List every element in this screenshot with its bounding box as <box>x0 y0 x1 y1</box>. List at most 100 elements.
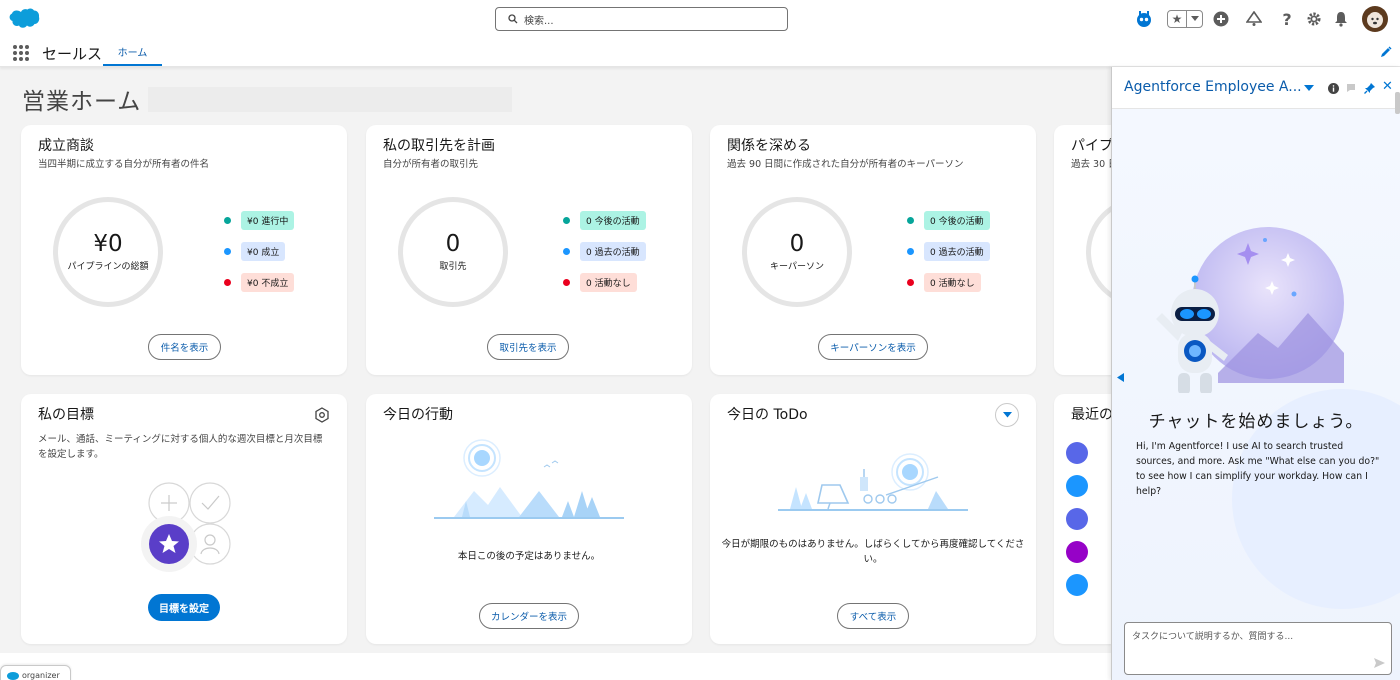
setup-gear-icon[interactable] <box>1303 8 1325 30</box>
app-name: セールス <box>42 45 103 63</box>
view-accounts-button[interactable]: 取引先を表示 <box>487 334 569 360</box>
view-calendar-button[interactable]: カレンダーを表示 <box>479 603 579 629</box>
accounts-legend: 0 今後の活動 0 過去の活動 0 活動なし <box>563 205 646 298</box>
card-subtitle: 過去 90 日間に作成された自分が所有者のキーパーソン <box>727 159 964 170</box>
no-todo-message-line: 今日が期限のものはありません。しばらくしてから再度確認してくださ <box>721 539 1025 550</box>
global-add-icon[interactable] <box>1210 8 1232 30</box>
edit-nav-pencil-icon[interactable] <box>1380 46 1392 58</box>
contact-icon[interactable] <box>1066 574 1088 596</box>
account-icon[interactable] <box>1066 442 1088 464</box>
agentforce-icon[interactable] <box>1133 8 1155 30</box>
status-pill: 0 今後の活動 <box>580 211 646 230</box>
panel-header: Agentforce Employee A... ✕ <box>1112 67 1400 109</box>
legend-row: ¥0 不成立 <box>224 267 295 298</box>
chat-heading: チャットを始めましょう。 <box>1148 412 1364 432</box>
global-header: 検索... ★ ? <box>0 0 1400 38</box>
goals-illustration <box>141 482 231 572</box>
card-title: パイプ <box>1071 138 1113 154</box>
organizer-utility-tab[interactable]: organizer <box>0 665 71 680</box>
favorites-star-icon[interactable]: ★ <box>1168 12 1186 26</box>
ring-label: 取引先 <box>439 262 467 273</box>
card-title: 成立商談 <box>38 138 94 154</box>
deals-legend: ¥0 進行中 ¥0 成立 ¥0 不成立 <box>224 205 295 298</box>
lead-icon[interactable] <box>1066 541 1088 563</box>
card-title: 今日の ToDo <box>727 407 808 423</box>
global-search-input[interactable]: 検索... <box>495 7 788 31</box>
status-dot <box>907 279 914 286</box>
closed-deals-card: 成立商談 当四半期に成立する自分が所有者の件名 ¥0 パイプラインの総額 ¥0 … <box>21 125 347 375</box>
view-contacts-button[interactable]: キーパーソンを表示 <box>818 334 928 360</box>
no-events-message: 本日この後の予定はありません。 <box>457 551 601 562</box>
chat-input-placeholder: タスクについて説明するか、質問する... <box>1132 632 1294 642</box>
ring-value: 0 <box>445 230 461 257</box>
contact-icon[interactable] <box>1066 475 1088 497</box>
collapse-arrow-icon[interactable] <box>1117 373 1124 382</box>
legend-row: 0 活動なし <box>563 267 646 298</box>
legend-row: ¥0 進行中 <box>224 205 295 236</box>
status-pill: ¥0 成立 <box>241 242 286 261</box>
status-dot <box>563 279 570 286</box>
contacts-legend: 0 今後の活動 0 過去の活動 0 活動なし <box>907 205 990 298</box>
status-dot <box>224 279 231 286</box>
tab-home[interactable]: ホーム <box>103 38 162 66</box>
deepen-relationships-card: 関係を深める 過去 90 日間に作成された自分が所有者のキーパーソン 0 キーパ… <box>710 125 1036 375</box>
no-todo-message-line: い。 <box>863 554 883 565</box>
app-launcher-icon[interactable] <box>13 45 29 61</box>
pin-icon[interactable] <box>1364 82 1376 94</box>
ring-label: パイプラインの総額 <box>67 262 149 273</box>
account-icon[interactable] <box>1066 508 1088 530</box>
legend-row: 0 今後の活動 <box>563 205 646 236</box>
accounts-ring: 0 取引先 <box>398 197 508 307</box>
close-icon[interactable]: ✕ <box>1382 79 1393 94</box>
set-goals-button[interactable]: 目標を設定 <box>148 594 220 621</box>
status-dot <box>224 217 231 224</box>
panel-scrollbar[interactable] <box>1395 92 1400 114</box>
card-title: 関係を深める <box>727 138 811 154</box>
salesforce-logo[interactable] <box>8 8 40 30</box>
page-footer-band <box>0 653 1111 680</box>
legend-row: 0 過去の活動 <box>907 236 990 267</box>
panel-title[interactable]: Agentforce Employee A... <box>1124 79 1302 95</box>
card-title: 私の目標 <box>38 407 94 423</box>
info-icon[interactable] <box>1328 83 1339 94</box>
chevron-down-icon <box>1002 412 1012 418</box>
app-navigation-bar: セールス ホーム <box>0 38 1400 67</box>
pipeline-ring: ¥0 パイプラインの総額 <box>53 197 163 307</box>
status-dot <box>907 217 914 224</box>
card-subtitle: 当四半期に成立する自分が所有者の件名 <box>38 159 210 170</box>
status-dot <box>907 248 914 255</box>
card-subtitle: 自分が所有者の取引先 <box>383 159 479 170</box>
favorites-group[interactable]: ★ <box>1167 10 1203 28</box>
todo-filter-dropdown[interactable] <box>995 403 1019 427</box>
view-deals-button[interactable]: 件名を表示 <box>148 334 221 360</box>
status-pill: 0 活動なし <box>924 273 981 292</box>
camping-illustration <box>434 439 624 519</box>
card-title: 今日の行動 <box>383 407 453 423</box>
status-pill: 0 活動なし <box>580 273 637 292</box>
status-dot <box>563 217 570 224</box>
status-pill: 0 今後の活動 <box>924 211 990 230</box>
legend-row: 0 今後の活動 <box>907 205 990 236</box>
todays-events-card: 今日の行動 本日この後の予定はありません。 カレンダーを表示 <box>366 394 692 644</box>
agent-switcher-chevron-icon[interactable] <box>1304 85 1314 92</box>
chat-message-input[interactable]: タスクについて説明するか、質問する... <box>1124 622 1392 675</box>
view-all-todo-button[interactable]: すべて表示 <box>837 603 909 629</box>
ring-value: ¥0 <box>93 230 123 257</box>
page-title: 営業ホーム <box>22 89 142 115</box>
card-title: 私の取引先を計画 <box>383 138 495 154</box>
status-pill: ¥0 不成立 <box>241 273 295 292</box>
status-dot <box>224 248 231 255</box>
goals-description-line: メール、通話、ミーティングに対する個人的な週次目標と月次目標 <box>38 434 323 445</box>
todays-todo-card: 今日の ToDo 今日が期限のものはありません。しばらくしてから再度確認してくだ… <box>710 394 1036 644</box>
notifications-bell-icon[interactable] <box>1330 8 1352 30</box>
favorites-dropdown-icon[interactable] <box>1186 11 1202 27</box>
user-avatar[interactable] <box>1362 6 1388 32</box>
my-goals-card: 私の目標 メール、通話、ミーティングに対する個人的な週次目標と月次目標 を設定し… <box>21 394 347 644</box>
trailhead-icon[interactable] <box>1243 8 1265 30</box>
new-chat-icon[interactable] <box>1346 82 1358 94</box>
agentforce-panel: Agentforce Employee A... ✕ チャットを始めましょう。 … <box>1111 67 1400 680</box>
goals-settings-icon[interactable] <box>314 407 330 423</box>
contacts-ring: 0 キーパーソン <box>742 197 852 307</box>
help-icon[interactable]: ? <box>1276 8 1298 30</box>
send-icon[interactable] <box>1374 658 1385 668</box>
